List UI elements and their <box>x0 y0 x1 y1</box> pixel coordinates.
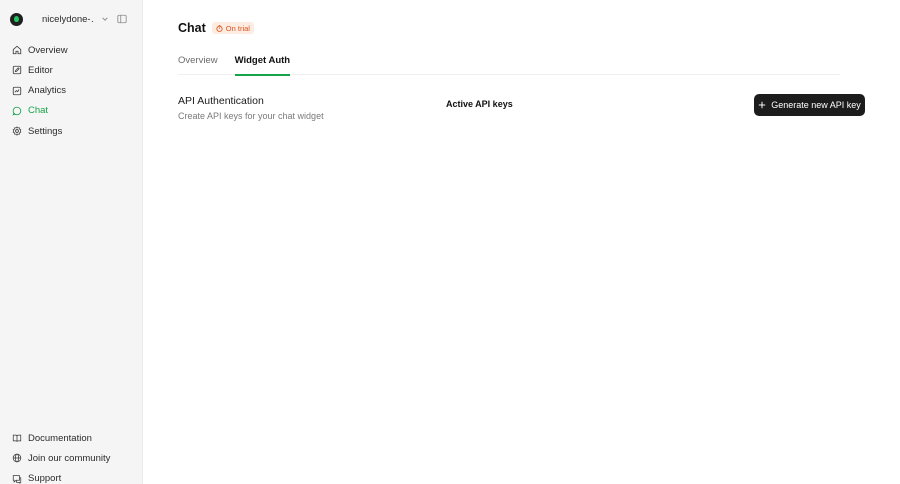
sidebar-nav: Overview Editor Analytics Chat Settings <box>6 40 137 141</box>
tab-bar: Overview Widget Auth <box>178 47 840 76</box>
sidebar-item-overview[interactable]: Overview <box>6 40 137 60</box>
tab-widget-auth[interactable]: Widget Auth <box>234 47 290 76</box>
trial-status-badge: On trial <box>211 22 254 34</box>
sidebar-item-label: Settings <box>28 125 63 137</box>
api-auth-description: Create API keys for your chat widget <box>178 111 324 121</box>
sidebar-item-label: Support <box>28 473 62 484</box>
plus-icon <box>758 101 766 109</box>
sidebar-item-documentation[interactable]: Documentation <box>6 428 137 448</box>
generate-api-key-button[interactable]: Generate new API key <box>754 94 865 116</box>
chat-icon <box>12 106 22 116</box>
sidebar-item-community[interactable]: Join our community <box>6 448 137 468</box>
timer-icon <box>216 24 223 32</box>
sidebar-item-label: Documentation <box>28 432 92 444</box>
sidebar-item-settings[interactable]: Settings <box>6 121 137 141</box>
gear-icon <box>12 126 22 136</box>
sidebar-item-label: Join our community <box>28 452 111 464</box>
sidebar-item-label: Editor <box>28 64 53 76</box>
sidebar-item-editor[interactable]: Editor <box>6 60 137 80</box>
sidebar-bottom-nav: Documentation Join our community Support <box>6 428 137 484</box>
sidebar-item-label: Overview <box>28 44 68 56</box>
sidebar-item-label: Chat <box>28 105 49 117</box>
sidebar-item-support[interactable]: Support <box>6 469 137 484</box>
generate-api-key-label: Generate new API key <box>771 100 861 110</box>
sidebar-item-label: Analytics <box>28 85 67 97</box>
support-icon <box>12 474 22 484</box>
sidebar-item-analytics[interactable]: Analytics <box>6 81 137 101</box>
chevron-down-icon[interactable] <box>100 14 110 24</box>
main-content: Chat On trial Overview Widget Auth API A… <box>143 0 900 484</box>
page-header: Chat On trial <box>178 20 254 36</box>
sidebar-item-chat[interactable]: Chat <box>6 101 137 121</box>
globe-icon <box>12 453 22 463</box>
app: nicelydone-… Overview Editor Analytics C… <box>0 0 900 484</box>
workspace-name: nicelydone-… <box>42 13 95 25</box>
active-api-keys-label: Active API keys <box>446 99 513 109</box>
api-auth-title: API Authentication <box>178 95 264 107</box>
edit-icon <box>12 65 22 75</box>
book-icon <box>12 433 22 443</box>
home-icon <box>12 45 22 55</box>
tab-overview[interactable]: Overview <box>178 47 218 75</box>
workspace-switcher[interactable]: nicelydone-… <box>10 10 135 28</box>
analytics-icon <box>12 86 22 96</box>
sidebar: nicelydone-… Overview Editor Analytics C… <box>0 0 143 484</box>
sidebar-toggle-icon[interactable] <box>116 14 127 25</box>
page-title: Chat <box>178 21 206 35</box>
trial-badge-label: On trial <box>225 23 250 33</box>
workspace-logo-icon <box>10 12 23 26</box>
